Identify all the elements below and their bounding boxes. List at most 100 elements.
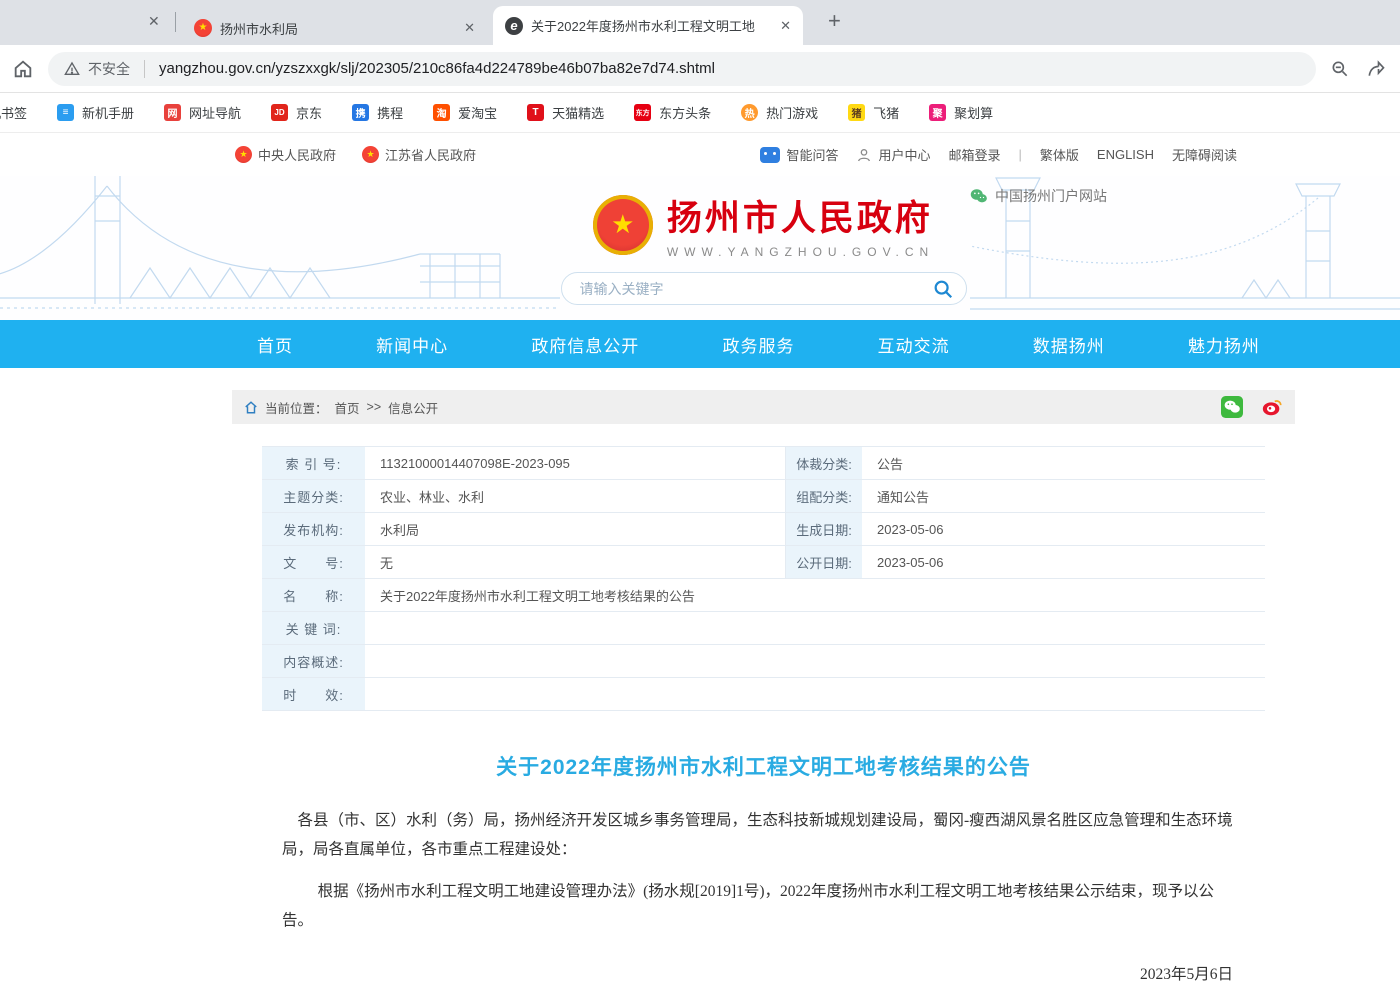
tmall-icon: T <box>527 104 544 121</box>
ctrip-icon: 携 <box>352 104 369 121</box>
traditional-link[interactable]: 繁体版 <box>1040 145 1079 164</box>
home-icon <box>244 401 258 414</box>
keywords-value <box>366 612 1265 644</box>
validity-value <box>366 678 1265 710</box>
close-tab-icon[interactable]: ✕ <box>148 13 160 30</box>
bookmark-fliggy[interactable]: 猪飞猪 <box>848 103 899 122</box>
tab-active-announcement[interactable]: e 关于2022年度扬州市水利工程文明工地 ✕ <box>493 6 803 45</box>
accessible-link[interactable]: 无障碍阅读 <box>1172 145 1237 164</box>
jd-icon: JD <box>271 104 288 121</box>
main-nav: 首页 新闻中心 政府信息公开 政务服务 互动交流 数据扬州 魅力扬州 <box>0 320 1400 368</box>
tab-shuiliju[interactable]: ★ 扬州市水利局 ✕ <box>182 11 487 45</box>
gov-emblem-icon: ★ <box>235 146 252 163</box>
bookmarks-bar: 机书签 ≡新机手册 网网址导航 JD京东 携携程 淘爱淘宝 T天猫精选 东方东方… <box>0 93 1400 133</box>
nav-data[interactable]: 数据扬州 <box>1033 332 1105 357</box>
bookmark-mobile[interactable]: 机书签 <box>0 103 27 122</box>
nav-info-disclosure[interactable]: 政府信息公开 <box>531 332 639 357</box>
group-category: 通知公告 <box>863 480 1265 512</box>
nav-site-icon: 网 <box>164 104 181 121</box>
meta-row: 名 称: 关于2022年度扬州市水利工程文明工地考核结果的公告 <box>262 579 1265 612</box>
site-url: WWW.YANGZHOU.GOV.CN <box>667 245 934 259</box>
bookmark-tmall[interactable]: T天猫精选 <box>527 103 604 122</box>
index-number: 11321000014407098E-2023-095 <box>366 447 785 479</box>
nav-news[interactable]: 新闻中心 <box>376 332 448 357</box>
site-name: 扬州市人民政府 <box>667 190 934 241</box>
fliggy-icon: 猪 <box>848 104 865 121</box>
nav-interaction[interactable]: 互动交流 <box>878 332 950 357</box>
link-central-gov[interactable]: ★ 中央人民政府 <box>235 145 336 164</box>
smart-qa-link[interactable]: 智能问答 <box>760 145 838 164</box>
site-favicon: e <box>505 17 523 35</box>
article-date: 2023年5月6日 <box>232 962 1295 984</box>
page-url: yangzhou.gov.cn/yzszxxgk/slj/202305/210c… <box>159 60 715 77</box>
utility-divider: | <box>1019 147 1022 162</box>
omnibox-divider <box>144 60 145 78</box>
doc-number: 无 <box>366 546 785 578</box>
tab-title: 关于2022年度扬州市水利工程文明工地 <box>531 16 770 35</box>
meta-row: 主题分类: 农业、林业、水利 组配分类: 通知公告 <box>262 480 1265 513</box>
manual-icon: ≡ <box>57 104 74 121</box>
meta-row: 发布机构: 水利局 生成日期: 2023-05-06 <box>262 513 1265 546</box>
meta-row: 关 键 词: <box>262 612 1265 645</box>
close-tab-icon[interactable]: ✕ <box>462 20 477 36</box>
article-paragraph: 各县（市、区）水利（务）局，扬州经济开发区城乡事务管理局，生态科技新城规划建设局… <box>282 807 1240 864</box>
page-content: 当前位置： 首页 >> 信息公开 <box>232 390 1295 997</box>
robot-icon <box>760 147 780 163</box>
breadcrumb: 当前位置： 首页 >> 信息公开 <box>232 390 1295 424</box>
share-weibo-button[interactable] <box>1261 396 1283 418</box>
tab-title: 扬州市水利局 <box>220 19 454 38</box>
bookmark-taobao[interactable]: 淘爱淘宝 <box>433 103 497 122</box>
english-link[interactable]: ENGLISH <box>1097 147 1154 162</box>
article-paragraph: 根据《扬州市水利工程文明工地建设管理办法》(扬水规[2019]1号)，2022年… <box>282 878 1240 935</box>
bookmark-nav-site[interactable]: 网网址导航 <box>164 103 241 122</box>
breadcrumb-current[interactable]: 信息公开 <box>388 398 438 417</box>
taobao-icon: 淘 <box>433 104 450 121</box>
meta-row: 文 号: 无 公开日期: 2023-05-06 <box>262 546 1265 579</box>
url-input[interactable]: 不安全 yangzhou.gov.cn/yzszxxgk/slj/202305/… <box>48 52 1316 86</box>
wechat-icon <box>1221 395 1243 419</box>
bookmark-ctrip[interactable]: 携携程 <box>352 103 403 122</box>
weibo-icon <box>1261 395 1283 419</box>
person-icon <box>856 147 872 163</box>
breadcrumb-home-link[interactable]: 首页 <box>335 398 360 417</box>
doc-title-value: 关于2022年度扬州市水利工程文明工地考核结果的公告 <box>366 579 1265 611</box>
bookmark-jd[interactable]: JD京东 <box>271 103 322 122</box>
article-body: 各县（市、区）水利（务）局，扬州经济开发区城乡事务管理局，生态科技新城规划建设局… <box>232 781 1295 936</box>
juhuasuan-icon: 聚 <box>929 104 946 121</box>
close-tab-icon[interactable]: ✕ <box>778 18 793 34</box>
gov-utility-bar: ★ 中央人民政府 ★ 江苏省人民政府 智能问答 用户中心 邮箱登录 | 繁体版 … <box>0 133 1400 176</box>
new-tab-button[interactable]: + <box>828 8 841 34</box>
site-logo[interactable]: ★ 扬州市人民政府 WWW.YANGZHOU.GOV.CN <box>232 190 1295 259</box>
article-title: 关于2022年度扬州市水利工程文明工地考核结果的公告 <box>232 751 1295 781</box>
gov-emblem-icon: ★ <box>362 146 379 163</box>
games-icon: 热 <box>741 104 758 121</box>
bookmark-juhuasuan[interactable]: 聚聚划算 <box>929 103 993 122</box>
summary-value <box>366 645 1265 677</box>
mail-login-link[interactable]: 邮箱登录 <box>948 145 1000 164</box>
portal-badge: 中国扬州门户网站 <box>970 186 1107 206</box>
bookmark-games[interactable]: 热热门游戏 <box>741 103 818 122</box>
link-jiangsu-gov[interactable]: ★ 江苏省人民政府 <box>362 145 476 164</box>
genre-category: 公告 <box>863 447 1265 479</box>
search-input[interactable] <box>580 281 932 297</box>
meta-row: 时 效: <box>262 678 1265 711</box>
nav-charm[interactable]: 魅力扬州 <box>1188 332 1260 357</box>
national-emblem-icon: ★ <box>593 195 653 255</box>
bookmark-toutiao[interactable]: 东方东方头条 <box>634 103 711 122</box>
subject-category: 农业、林业、水利 <box>366 480 785 512</box>
publish-date: 2023-05-06 <box>863 546 1265 578</box>
wechat-icon <box>970 188 988 204</box>
bookmark-manual[interactable]: ≡新机手册 <box>57 103 134 122</box>
site-search <box>561 272 967 305</box>
zoom-out-icon[interactable] <box>1330 59 1350 79</box>
nav-services[interactable]: 政务服务 <box>722 332 794 357</box>
share-icon[interactable] <box>1366 59 1386 79</box>
share-wechat-button[interactable] <box>1221 396 1243 418</box>
home-icon[interactable] <box>12 58 34 80</box>
security-label: 不安全 <box>88 59 130 79</box>
tab-divider <box>175 12 176 32</box>
generated-date: 2023-05-06 <box>863 513 1265 545</box>
search-icon[interactable] <box>932 278 954 300</box>
nav-home[interactable]: 首页 <box>257 332 293 357</box>
user-center-link[interactable]: 用户中心 <box>856 145 930 164</box>
